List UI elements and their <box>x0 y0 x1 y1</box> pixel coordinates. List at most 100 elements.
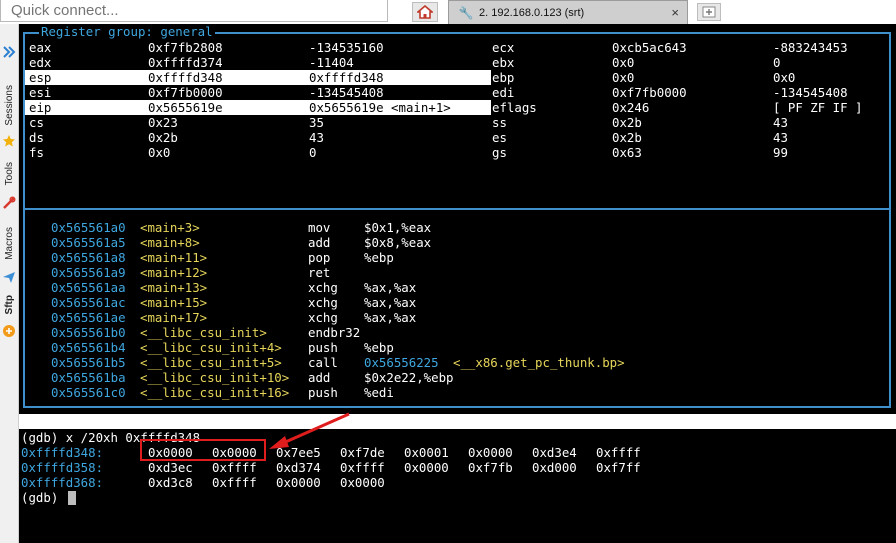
asm-address: 0x565561a0 <box>51 220 126 235</box>
memory-word: 0x0001 <box>404 445 449 460</box>
register-val: 99 <box>773 145 788 160</box>
memory-word: 0xd374 <box>276 460 321 475</box>
register-name: ebx <box>492 55 515 70</box>
register-name: ecx <box>492 40 515 55</box>
plus-icon <box>702 6 716 18</box>
register-name: ebp <box>492 70 515 85</box>
memory-word: 0xd000 <box>532 460 577 475</box>
register-val: 0x5655619e <main+1> <box>309 100 451 115</box>
register-hex: 0x63 <box>612 145 642 160</box>
register-name: gs <box>492 145 507 160</box>
register-val: 0x0 <box>773 70 796 85</box>
sidebar-expand-button[interactable] <box>0 42 18 62</box>
register-val: [ PF ZF IF ] <box>773 100 863 115</box>
sidebar-item-sessions[interactable]: Sessions <box>0 80 18 130</box>
status-pc: PC: 0x <box>850 459 895 474</box>
sidebar-item-label: Tools <box>3 162 15 186</box>
asm-address: 0x565561b4 <box>51 340 126 355</box>
register-name: edi <box>492 85 515 100</box>
register-val: -134535160 <box>309 40 384 55</box>
register-hex: 0x2b <box>612 130 642 145</box>
left-sidebar: Sessions Tools Macros Sftp <box>0 24 19 543</box>
asm-opcode: xchg <box>308 280 338 295</box>
register-hex: 0x23 <box>148 115 178 130</box>
asm-symbol: <main+15> <box>140 295 208 310</box>
register-val: 43 <box>773 130 788 145</box>
register-hex: 0x0 <box>148 145 171 160</box>
memory-address: 0xffffd368: <box>21 475 104 490</box>
asm-address: 0x565561aa <box>51 280 126 295</box>
terminal-window[interactable]: Register group: general eax 0xf7fb2808 -13… <box>19 24 896 543</box>
register-hex: 0xffffd374 <box>148 55 223 70</box>
asm-symbol: <main+3> <box>140 220 200 235</box>
asm-operands: %ebp <box>364 250 394 265</box>
home-tab-button[interactable] <box>412 2 438 22</box>
asm-opcode: push <box>308 340 338 355</box>
register-name: ds <box>29 130 44 145</box>
close-tab-icon[interactable]: × <box>671 5 679 20</box>
register-name: cs <box>29 115 44 130</box>
asm-symbol: <__libc_csu_init+10> <box>140 370 290 385</box>
quick-connect-input[interactable] <box>1 0 381 21</box>
register-name: eip <box>29 100 52 115</box>
asm-symbol: <main+8> <box>140 235 200 250</box>
register-name: esp <box>29 70 52 85</box>
annotation-arrow-icon <box>269 412 350 449</box>
asm-address: 0x565561a8 <box>51 250 126 265</box>
paper-plane-icon[interactable] <box>0 268 18 286</box>
asm-operands: $0x2e22,%ebp <box>364 370 454 385</box>
register-name: eax <box>29 40 52 55</box>
register-hex: 0x2b <box>148 130 178 145</box>
asm-operands: $0x8,%eax <box>364 235 432 250</box>
sidebar-item-sftp[interactable]: Sftp <box>0 292 18 318</box>
asm-symbol: <main+11> <box>140 250 208 265</box>
register-hex: 0xf7fb2808 <box>148 40 223 55</box>
home-icon <box>417 5 433 19</box>
asm-address: 0x565561b0 <box>51 325 126 340</box>
session-tab[interactable]: 🔧 2. 192.168.0.123 (srt) × <box>448 0 688 24</box>
tools-shape <box>3 196 16 209</box>
asm-opcode: xchg <box>308 310 338 325</box>
status-line-number: L?? <box>802 444 825 459</box>
star-icon[interactable] <box>0 132 18 150</box>
tui-status-line: native process 169456 In: main L?? PC: 0… <box>19 414 896 474</box>
memory-word: 0x0000 <box>276 475 321 490</box>
terminal-cursor <box>68 491 76 505</box>
memory-word: 0x0000 <box>404 460 449 475</box>
memory-address: 0xffffd358: <box>21 460 104 475</box>
register-val: -883243453 <box>773 40 848 55</box>
asm-opcode: xchg <box>308 295 338 310</box>
sidebar-item-tools[interactable]: Tools <box>0 156 18 192</box>
asm-address: 0x565561ac <box>51 295 126 310</box>
memory-word: 0x0000 <box>468 445 513 460</box>
register-val: -134545408 <box>773 85 848 100</box>
register-val: 0 <box>773 55 781 70</box>
register-hex: 0x5655619e <box>148 100 223 115</box>
register-name: fs <box>29 145 44 160</box>
wrench-icon: 🔧 <box>458 5 474 20</box>
register-hex: 0x0 <box>612 70 635 85</box>
register-name: ss <box>492 115 507 130</box>
sftp-icon[interactable] <box>0 322 18 340</box>
new-tab-button[interactable] <box>697 3 721 21</box>
register-hex: 0x2b <box>612 115 642 130</box>
asm-symbol: <__libc_csu_init+5> <box>140 355 282 370</box>
register-val: 43 <box>773 115 788 130</box>
asm-opcode: call <box>308 355 338 370</box>
paper-plane-shape <box>3 272 15 283</box>
asm-opcode: mov <box>308 220 331 235</box>
asm-opcode: add <box>308 370 331 385</box>
sidebar-item-macros[interactable]: Macros <box>0 220 18 266</box>
asm-operands: %ax,%ax <box>364 310 417 325</box>
register-hex: 0x0 <box>612 55 635 70</box>
quick-connect-box[interactable] <box>0 0 388 22</box>
asm-operands: %ax,%ax <box>364 280 417 295</box>
double-chevron-right-icon <box>3 46 16 58</box>
asm-symbol: <main+17> <box>140 310 208 325</box>
console-prompt: (gdb) <box>21 490 59 505</box>
tools-icon[interactable] <box>0 194 18 212</box>
asm-operands: $0x1,%eax <box>364 220 432 235</box>
memory-word: 0xffff <box>212 475 257 490</box>
asm-symbol: <__libc_csu_init+16> <box>140 385 290 400</box>
asm-symbol: <main+12> <box>140 265 208 280</box>
